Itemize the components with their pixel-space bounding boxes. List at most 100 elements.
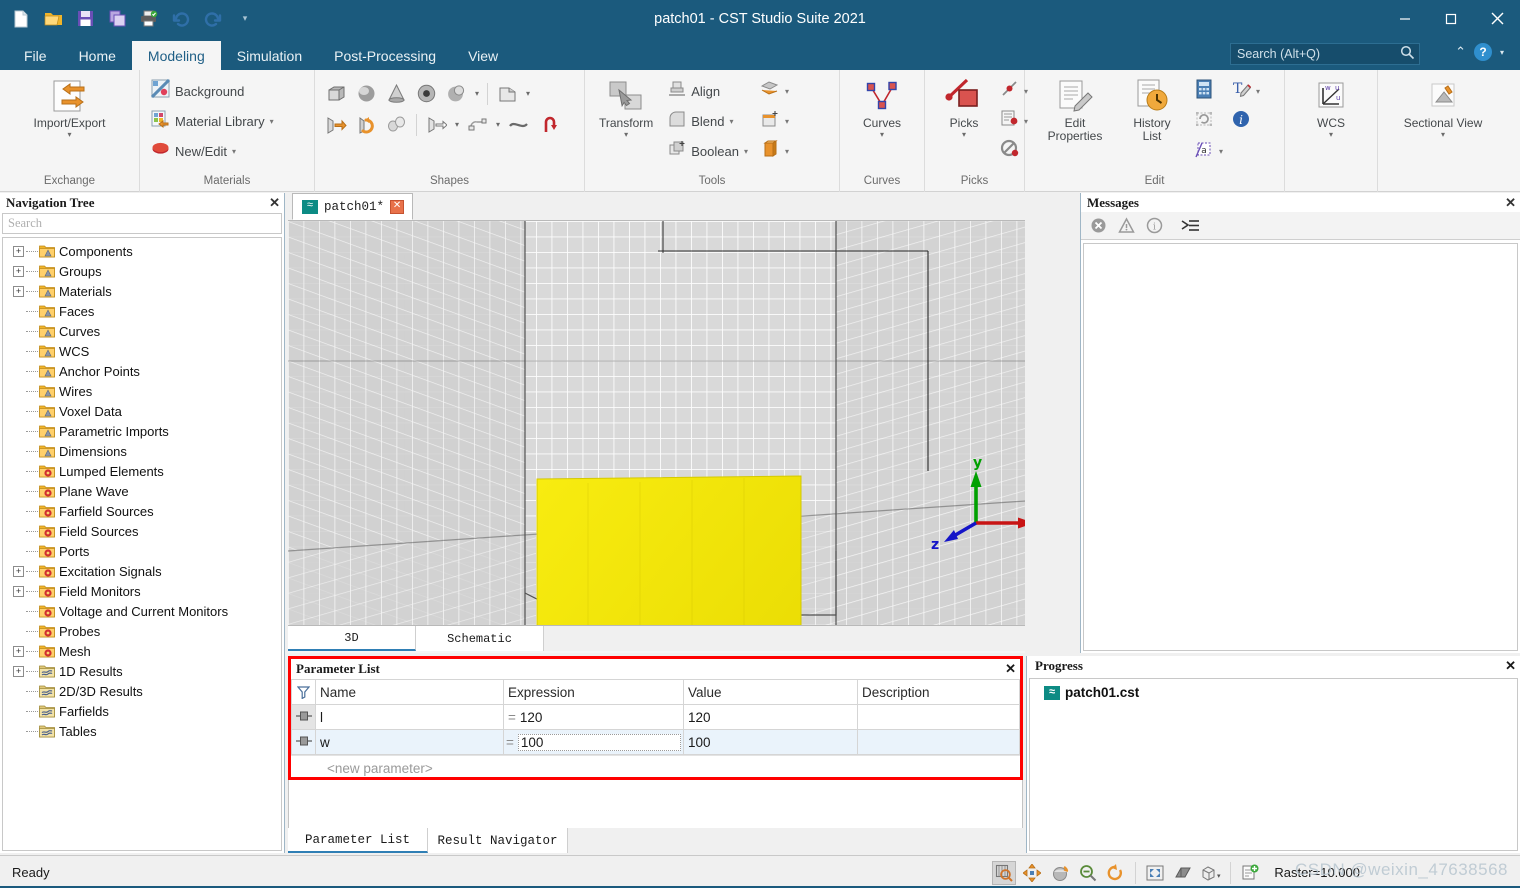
rename-button[interactable]: T ▾ bbox=[1228, 77, 1263, 105]
warnings-filter-icon[interactable] bbox=[1113, 214, 1139, 238]
bottom-tab-parameter-list[interactable]: Parameter List bbox=[288, 828, 428, 853]
parameters-caret-icon[interactable]: ▾ bbox=[1219, 147, 1223, 156]
shape-from-picked-icon[interactable] bbox=[535, 111, 562, 138]
parameter-column-expression[interactable]: Expression bbox=[503, 679, 684, 705]
trace-caret-icon[interactable]: ▾ bbox=[494, 120, 502, 129]
parameter-column-description[interactable]: Description bbox=[857, 679, 1020, 705]
collapse-ribbon-icon[interactable]: ⌃ bbox=[1455, 44, 1466, 60]
copy-icon[interactable] bbox=[104, 6, 130, 32]
import-export-button[interactable]: Import/Export ▾ bbox=[27, 75, 111, 141]
tree-expander-icon[interactable]: + bbox=[13, 245, 24, 257]
errors-filter-icon[interactable] bbox=[1085, 214, 1111, 238]
update-parametric-button[interactable] bbox=[1191, 107, 1226, 135]
tree-item-field-monitors[interactable]: + Field Monitors bbox=[3, 581, 281, 601]
document-tab-patch01[interactable]: ≈ patch01* ✕ bbox=[292, 193, 414, 220]
progress-item[interactable]: ≈ patch01.cst bbox=[1030, 685, 1517, 700]
rotate-tool-button[interactable] bbox=[1048, 861, 1072, 885]
shape-tool-2-button[interactable]: ▾ bbox=[757, 107, 792, 135]
tree-expander-icon[interactable]: + bbox=[13, 665, 24, 677]
sectional-view-caret-icon[interactable]: ▾ bbox=[1441, 130, 1445, 139]
tree-item-wires[interactable]: Wires bbox=[3, 381, 281, 401]
parameter-list-close-icon[interactable]: ✕ bbox=[1005, 661, 1016, 677]
tab-modeling[interactable]: Modeling bbox=[131, 41, 221, 70]
trace-icon[interactable] bbox=[464, 111, 491, 138]
reset-view-button[interactable] bbox=[1104, 861, 1128, 885]
parameter-row[interactable]: l = 120 120 bbox=[291, 704, 1020, 730]
align-button[interactable]: Align bbox=[665, 77, 751, 105]
info-filter-icon[interactable]: i bbox=[1141, 214, 1167, 238]
maximize-button[interactable] bbox=[1428, 0, 1474, 37]
parameter-description-cell[interactable] bbox=[857, 704, 1020, 730]
zoom-tool-button[interactable] bbox=[992, 860, 1017, 885]
tree-item-field-sources[interactable]: Field Sources bbox=[3, 521, 281, 541]
redo-icon[interactable] bbox=[200, 6, 226, 32]
cone-icon[interactable] bbox=[383, 80, 410, 107]
tree-item-2d-3d-results[interactable]: 2D/3D Results bbox=[3, 681, 281, 701]
calculator-button[interactable] bbox=[1191, 77, 1226, 105]
messages-list[interactable] bbox=[1083, 243, 1518, 651]
rotate-face-icon[interactable] bbox=[353, 111, 380, 138]
help-icon[interactable]: ? bbox=[1473, 43, 1492, 61]
tree-expander-icon[interactable]: + bbox=[13, 565, 24, 577]
parameter-column-name[interactable]: Name bbox=[315, 679, 504, 705]
extrude-caret-icon[interactable]: ▾ bbox=[524, 89, 532, 98]
document-tab-close-icon[interactable]: ✕ bbox=[390, 199, 405, 214]
print-icon[interactable] bbox=[136, 6, 162, 32]
material-library-button[interactable]: Material Library ▾ bbox=[148, 107, 277, 135]
tree-item-anchor-points[interactable]: Anchor Points bbox=[3, 361, 281, 381]
picks-caret-icon[interactable]: ▾ bbox=[962, 130, 966, 139]
tree-expander-icon[interactable]: + bbox=[13, 265, 24, 277]
curves-caret-icon[interactable]: ▾ bbox=[880, 130, 884, 139]
tree-item-lumped-elements[interactable]: Lumped Elements bbox=[3, 461, 281, 481]
new-edit-material-button[interactable]: New/Edit ▾ bbox=[148, 137, 277, 165]
tree-item-farfield-sources[interactable]: Farfield Sources bbox=[3, 501, 281, 521]
tab-post-processing[interactable]: Post-Processing bbox=[318, 41, 452, 70]
working-plane-button[interactable] bbox=[1238, 861, 1262, 885]
tree-item-dimensions[interactable]: Dimensions bbox=[3, 441, 281, 461]
tree-item-components[interactable]: + Components bbox=[3, 241, 281, 261]
shape-tool-1-caret-icon[interactable]: ▾ bbox=[785, 87, 789, 96]
sectional-view-button[interactable]: Sectional View ▾ bbox=[1398, 75, 1489, 141]
perspective-button[interactable] bbox=[1171, 861, 1195, 885]
shape-tool-3-button[interactable]: ▾ bbox=[757, 137, 792, 165]
progress-list[interactable]: ≈ patch01.cst bbox=[1029, 678, 1518, 851]
parameter-expression-input[interactable]: 100 bbox=[517, 733, 681, 751]
parameter-expression-cell[interactable]: = 100 bbox=[503, 729, 684, 755]
extrude-face-icon[interactable] bbox=[323, 111, 350, 138]
minimize-button[interactable] bbox=[1382, 0, 1428, 37]
tree-item-mesh[interactable]: + Mesh bbox=[3, 641, 281, 661]
save-icon[interactable] bbox=[72, 6, 98, 32]
ellipsoid-icon[interactable] bbox=[443, 80, 470, 107]
customize-qat-icon[interactable]: ▾ bbox=[232, 6, 258, 32]
tree-item-farfields[interactable]: Farfields bbox=[3, 701, 281, 721]
navigation-tree-search-input[interactable]: Search bbox=[2, 213, 282, 234]
tree-item-excitation-signals[interactable]: + Excitation Signals bbox=[3, 561, 281, 581]
transform-button[interactable]: Transform ▾ bbox=[593, 75, 659, 141]
pan-tool-button[interactable] bbox=[1020, 861, 1044, 885]
tree-item-probes[interactable]: Probes bbox=[3, 621, 281, 641]
tree-item-wcs[interactable]: WCS bbox=[3, 341, 281, 361]
blend-button[interactable]: Blend ▾ bbox=[665, 107, 751, 135]
tab-simulation[interactable]: Simulation bbox=[221, 41, 318, 70]
material-library-caret-icon[interactable]: ▾ bbox=[270, 117, 274, 126]
tab-view[interactable]: View bbox=[452, 41, 514, 70]
view-tab-3d[interactable]: 3D bbox=[288, 626, 416, 651]
picks-button[interactable]: Picks ▾ bbox=[933, 75, 995, 141]
tree-item-curves[interactable]: Curves bbox=[3, 321, 281, 341]
navigation-tree[interactable]: + Components + Groups + Materials Faces Curves W… bbox=[2, 237, 282, 851]
progress-close-icon[interactable]: ✕ bbox=[1505, 658, 1516, 674]
boolean-button[interactable]: Boolean ▾ bbox=[665, 137, 751, 165]
sphere-icon[interactable] bbox=[353, 80, 380, 107]
parameter-row[interactable]: w = 100 100 bbox=[291, 729, 1020, 755]
tree-item-materials[interactable]: + Materials bbox=[3, 281, 281, 301]
tab-file[interactable]: File bbox=[8, 41, 63, 70]
sweep-caret-icon[interactable]: ▾ bbox=[453, 120, 461, 129]
background-button[interactable]: Background bbox=[148, 77, 277, 105]
sweep-curve-icon[interactable] bbox=[423, 111, 450, 138]
model-3d-canvas[interactable]: y x z bbox=[288, 221, 1025, 625]
search-icon[interactable] bbox=[1400, 45, 1415, 63]
tree-expander-icon[interactable]: + bbox=[13, 645, 24, 657]
tree-item-tables[interactable]: Tables bbox=[3, 721, 281, 741]
help-caret-icon[interactable]: ▾ bbox=[1500, 48, 1504, 57]
import-export-caret-icon[interactable]: ▾ bbox=[67, 130, 71, 139]
